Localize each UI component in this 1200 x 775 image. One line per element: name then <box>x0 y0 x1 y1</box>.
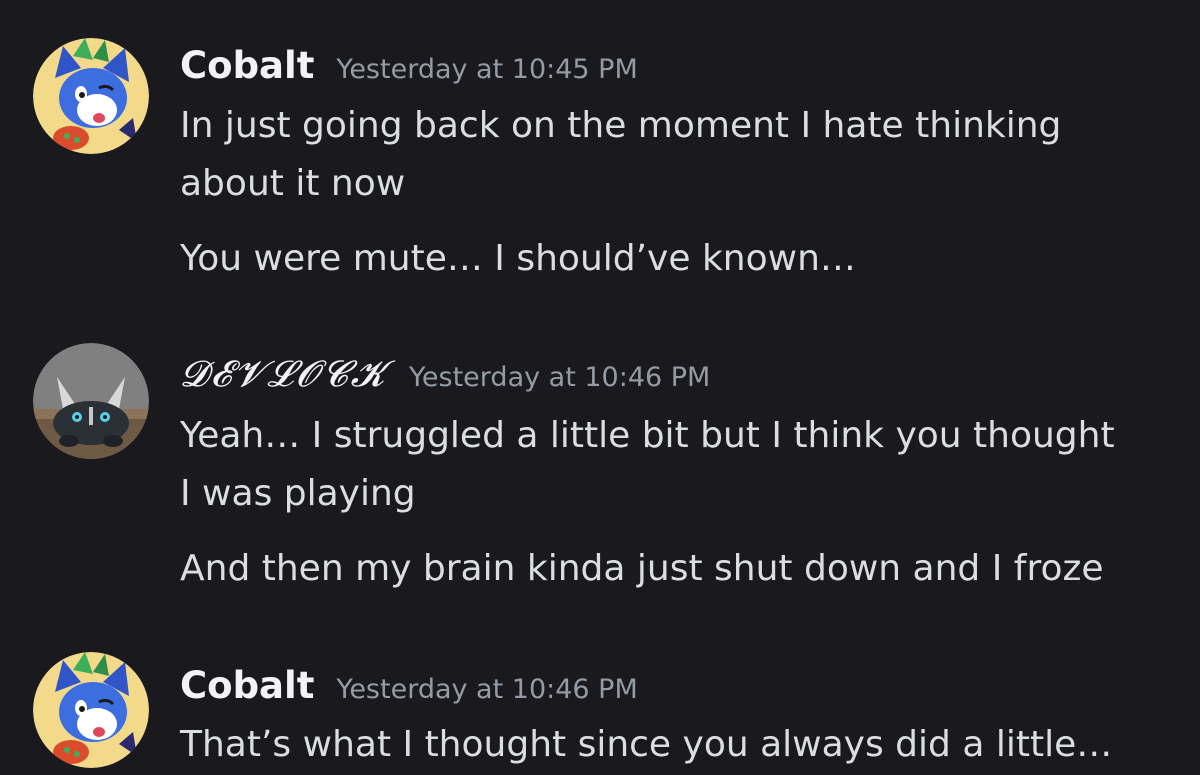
cobalt-avatar-icon <box>33 652 149 768</box>
message-text: In just going back on the moment I hate … <box>180 105 1062 146</box>
avatar[interactable] <box>33 652 149 768</box>
message-text: I was playing <box>180 473 416 514</box>
username[interactable]: Cobalt <box>180 44 314 87</box>
timestamp: Yesterday at 10:45 PM <box>336 54 638 85</box>
username[interactable]: 𝓓𝓔𝓥𝓛𝓞𝓒𝓚 <box>180 354 387 396</box>
message-header: Cobalt Yesterday at 10:45 PM <box>180 44 638 87</box>
timestamp: Yesterday at 10:46 PM <box>409 362 711 393</box>
message-text: That’s what I thought since you always d… <box>180 724 1113 765</box>
message-text: And then my brain kinda just shut down a… <box>180 548 1104 589</box>
cobalt-avatar-icon <box>33 38 149 154</box>
timestamp: Yesterday at 10:46 PM <box>336 674 638 705</box>
message-text: about it now <box>180 163 406 204</box>
avatar[interactable] <box>33 38 149 154</box>
username[interactable]: Cobalt <box>180 664 314 707</box>
devlock-avatar-icon <box>33 343 149 459</box>
message-header: 𝓓𝓔𝓥𝓛𝓞𝓒𝓚 Yesterday at 10:46 PM <box>180 354 710 396</box>
avatar[interactable] <box>33 343 149 459</box>
message-text: Yeah… I struggled a little bit but I thi… <box>180 415 1115 456</box>
message-text: You were mute… I should’ve known… <box>180 238 856 279</box>
message-header: Cobalt Yesterday at 10:46 PM <box>180 664 638 707</box>
